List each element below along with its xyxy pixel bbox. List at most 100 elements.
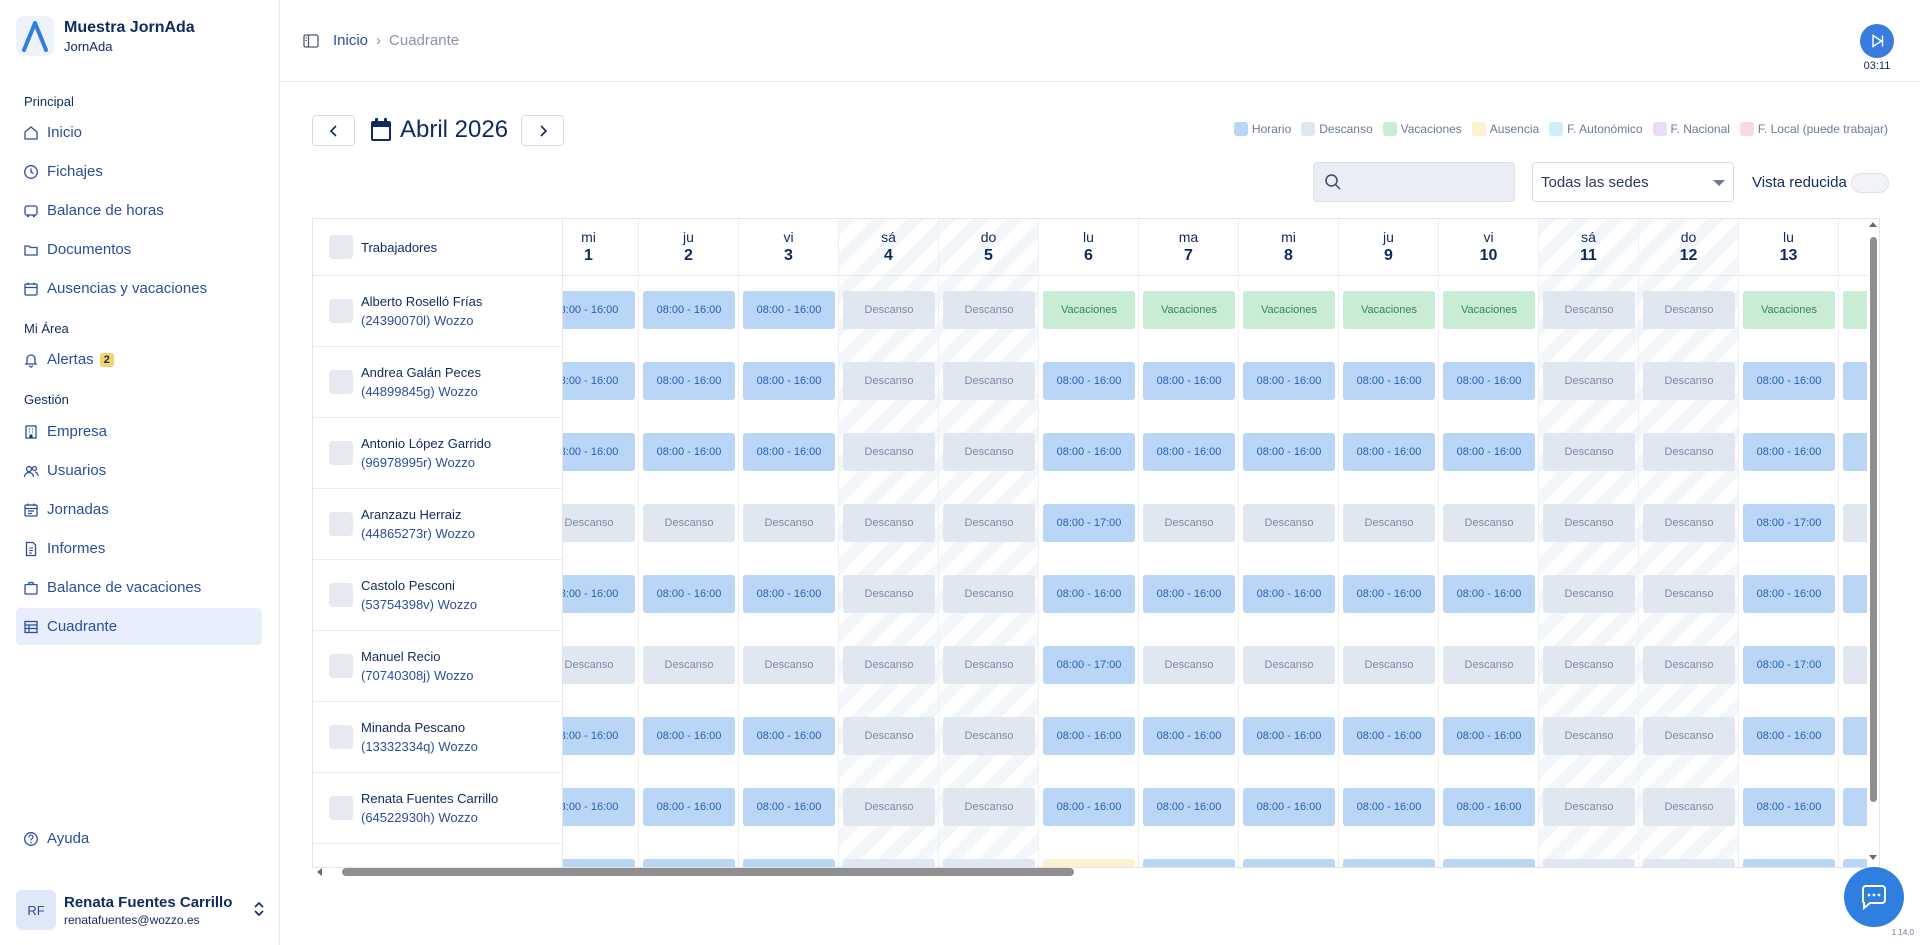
sidebar-item-jornadas[interactable]: Jornadas — [16, 491, 262, 528]
scroll-left-icon[interactable] — [316, 868, 322, 876]
shift-cell[interactable]: Descanso — [563, 646, 635, 684]
worker-checkbox[interactable] — [329, 725, 353, 749]
shift-cell[interactable]: Descanso — [743, 504, 835, 542]
shift-cell[interactable]: Descanso — [1643, 433, 1735, 471]
user-card[interactable]: RF Renata Fuentes Carrillo renatafuentes… — [16, 889, 266, 931]
shift-cell[interactable]: 08:00 - 16:00 — [643, 291, 735, 329]
shift-cell[interactable]: 08:00 - 16:00 — [1143, 788, 1235, 826]
vertical-scroll-thumb[interactable] — [1870, 237, 1877, 802]
shift-cell[interactable]: 08:00 - 16:00 — [1343, 788, 1435, 826]
shift-cell[interactable]: 08:00 - 16:00 — [1143, 575, 1235, 613]
shift-cell[interactable]: Descanso — [1643, 504, 1735, 542]
worker-checkbox[interactable] — [329, 512, 353, 536]
shift-cell[interactable]: Descanso — [843, 291, 935, 329]
sidebar-item-balance-de-horas[interactable]: Balance de horas — [16, 192, 262, 229]
shift-cell[interactable]: 08:00 - 16:00 — [1743, 717, 1835, 755]
shift-cell[interactable]: 08:00 - 16:00 — [643, 362, 735, 400]
shift-cell[interactable]: 08:00 - 16:00 — [743, 717, 835, 755]
shift-cell[interactable]: 08:00 - 16:00 — [1243, 362, 1335, 400]
horizontal-scroll-thumb[interactable] — [342, 868, 1074, 876]
shift-cell[interactable]: 08:00 - 16:00 — [643, 575, 735, 613]
timer-play-button[interactable] — [1860, 24, 1894, 58]
shift-cell[interactable]: 08:00 - 16:00 — [1043, 788, 1135, 826]
shift-cell[interactable]: Descanso — [943, 646, 1035, 684]
shift-cell[interactable]: 08:00 - 16:00 — [1143, 717, 1235, 755]
shift-cell[interactable]: 08:00 - 17:00 — [1043, 646, 1135, 684]
shift-cell[interactable]: Descanso — [1243, 504, 1335, 542]
days-area[interactable]: mi 1 8:00 - 16:00 8:00 - 16:00 8:00 - 16:00 D… — [563, 219, 1879, 867]
shift-cell[interactable]: 8:00 - 16:00 — [563, 362, 635, 400]
shift-cell[interactable]: Descanso — [843, 575, 935, 613]
shift-cell[interactable]: 08:00 - 16:00 — [1343, 575, 1435, 613]
shift-cell[interactable]: Descanso — [1643, 788, 1735, 826]
worker-row[interactable]: Andrea Galán Peces (44899845g) Wozzo — [313, 347, 562, 418]
shift-cell[interactable]: Vacaciones — [1043, 291, 1135, 329]
shift-cell[interactable]: 08:00 - 16:00 — [643, 717, 735, 755]
shift-cell[interactable]: Vacaciones — [1743, 291, 1835, 329]
next-month-button[interactable] — [521, 115, 564, 146]
shift-cell[interactable]: 08:00 - 16:00 — [743, 788, 835, 826]
shift-cell[interactable]: 08:00 - 16:00 — [643, 788, 735, 826]
sidebar-toggle-icon[interactable] — [303, 33, 319, 48]
shift-cell[interactable]: Descanso — [643, 646, 735, 684]
shift-cell[interactable]: Descanso — [1643, 717, 1735, 755]
shift-cell[interactable]: 08:00 - 16:00 — [643, 433, 735, 471]
shift-cell[interactable]: Descanso — [1643, 291, 1735, 329]
shift-cell[interactable]: 8:00 - 16:00 — [563, 291, 635, 329]
shift-cell[interactable]: 08:00 - 16:00 — [1343, 362, 1435, 400]
shift-cell[interactable]: Descanso — [1543, 504, 1635, 542]
shift-cell[interactable]: 08:00 - 16:00 — [1743, 433, 1835, 471]
shift-cell[interactable]: 08:00 - 16:00 — [1043, 717, 1135, 755]
shift-cell[interactable]: Descanso — [1543, 575, 1635, 613]
shift-cell[interactable]: Descanso — [843, 717, 935, 755]
brand[interactable]: Muestra JornAda JornAda — [16, 16, 195, 56]
sidebar-item-fichajes[interactable]: Fichajes — [16, 153, 262, 190]
vertical-scrollbar[interactable] — [1867, 219, 1879, 867]
shift-cell[interactable]: 08:00 - 16:00 — [1743, 575, 1835, 613]
shift-cell[interactable]: 08:00 - 17:00 — [1743, 504, 1835, 542]
shift-cell[interactable]: Descanso — [1643, 575, 1735, 613]
shift-cell[interactable]: Descanso — [943, 575, 1035, 613]
shift-cell[interactable]: Descanso — [1543, 788, 1635, 826]
shift-cell[interactable]: 08:00 - 16:00 — [1343, 717, 1435, 755]
chevron-up-down-icon[interactable] — [252, 899, 266, 919]
shift-cell[interactable]: 08:00 - 16:00 — [1043, 362, 1135, 400]
shift-cell[interactable]: Descanso — [843, 788, 935, 826]
shift-cell[interactable]: Descanso — [1443, 504, 1535, 542]
shift-cell[interactable]: Descanso — [843, 362, 935, 400]
shift-cell[interactable]: 08:00 - 16:00 — [1043, 575, 1135, 613]
shift-cell[interactable]: Descanso — [1543, 646, 1635, 684]
worker-row[interactable]: Antonio López Garrido (96978995r) Wozzo — [313, 418, 562, 489]
shift-cell[interactable]: 08:00 - 16:00 — [1743, 362, 1835, 400]
shift-cell[interactable]: 08:00 - 16:00 — [1443, 362, 1535, 400]
shift-cell[interactable]: 08:00 - 16:00 — [1443, 788, 1535, 826]
shift-cell[interactable]: Vacaciones — [1443, 291, 1535, 329]
shift-cell[interactable]: Vacaciones — [1243, 291, 1335, 329]
shift-cell[interactable]: Descanso — [1643, 362, 1735, 400]
sidebar-item-informes[interactable]: Informes — [16, 530, 262, 567]
shift-cell[interactable]: 08:00 - 16:00 — [1243, 717, 1335, 755]
shift-cell[interactable]: Descanso — [943, 291, 1035, 329]
shift-cell[interactable]: 08:00 - 16:00 — [743, 575, 835, 613]
sidebar-item-cuadrante[interactable]: Cuadrante — [16, 608, 262, 645]
shift-cell[interactable]: Descanso — [1543, 362, 1635, 400]
shift-cell[interactable]: Descanso — [1443, 646, 1535, 684]
shift-cell[interactable]: 08:00 - 16:00 — [1343, 433, 1435, 471]
shift-cell[interactable]: 08:00 - 16:00 — [1143, 362, 1235, 400]
previous-month-button[interactable] — [312, 115, 355, 146]
worker-checkbox[interactable] — [329, 796, 353, 820]
shift-cell[interactable]: Vacaciones — [1343, 291, 1435, 329]
search-input[interactable] — [1350, 174, 1500, 190]
shift-cell[interactable]: Descanso — [1643, 646, 1735, 684]
vista-reducida-toggle[interactable] — [1851, 173, 1889, 193]
shift-cell[interactable]: Descanso — [1243, 646, 1335, 684]
shift-cell[interactable]: Descanso — [743, 646, 835, 684]
shift-cell[interactable]: Descanso — [1543, 433, 1635, 471]
worker-checkbox[interactable] — [329, 370, 353, 394]
shift-cell[interactable]: 08:00 - 16:00 — [1443, 575, 1535, 613]
worker-row[interactable]: Alberto Roselló Frías (24390070l) Wozzo — [313, 276, 562, 347]
shift-cell[interactable]: Descanso — [843, 433, 935, 471]
shift-cell[interactable]: 08:00 - 16:00 — [1243, 433, 1335, 471]
shift-cell[interactable]: Descanso — [1143, 504, 1235, 542]
shift-cell[interactable]: Descanso — [943, 433, 1035, 471]
